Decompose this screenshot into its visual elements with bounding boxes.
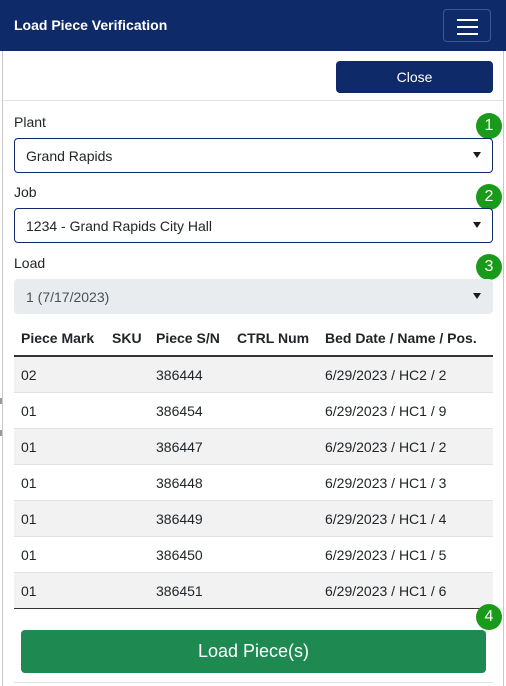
table-header-row: Piece Mark SKU Piece S/N CTRL Num Bed Da… (14, 321, 493, 357)
table-row[interactable]: 01 386447 6/29/2023 / HC1 / 2 (14, 428, 493, 465)
cell-bed-date: 6/29/2023 / HC1 / 4 (318, 500, 493, 537)
table-row[interactable]: 01 386448 6/29/2023 / HC1 / 3 (14, 464, 493, 501)
cell-ctrl-num (230, 428, 318, 465)
cell-piece-mark: 01 (14, 536, 105, 573)
scrollbar-mark (0, 398, 2, 404)
column-header-piece-mark[interactable]: Piece Mark (14, 321, 105, 357)
top-navbar: Load Piece Verification (0, 0, 506, 51)
cell-sku (105, 464, 149, 501)
hamburger-menu-icon (457, 19, 478, 21)
cell-bed-date: 6/29/2023 / HC1 / 6 (318, 572, 493, 609)
plant-label: Plant (14, 114, 46, 130)
cell-bed-date: 6/29/2023 / HC1 / 9 (318, 392, 493, 429)
action-row: Close (3, 51, 503, 101)
cell-sku (105, 392, 149, 429)
cell-sku (105, 428, 149, 465)
cell-piece-sn: 386447 (149, 428, 230, 465)
cell-piece-mark: 01 (14, 464, 105, 501)
cell-piece-mark: 01 (14, 428, 105, 465)
cell-bed-date: 6/29/2023 / HC1 / 2 (318, 428, 493, 465)
column-header-ctrl-num[interactable]: CTRL Num (230, 321, 318, 357)
hamburger-menu-icon-bar (457, 26, 478, 28)
chevron-down-icon (473, 152, 481, 158)
cell-ctrl-num (230, 464, 318, 501)
cell-piece-mark: 01 (14, 572, 105, 609)
cell-ctrl-num (230, 392, 318, 429)
table-row[interactable]: 01 386454 6/29/2023 / HC1 / 9 (14, 392, 493, 429)
cell-piece-mark: 01 (14, 392, 105, 429)
job-label: Job (14, 184, 37, 200)
hamburger-menu-icon-bar (457, 33, 478, 35)
cell-piece-sn: 386450 (149, 536, 230, 573)
cell-piece-mark: 01 (14, 500, 105, 537)
cell-ctrl-num (230, 500, 318, 537)
chevron-down-icon (473, 293, 481, 299)
hamburger-menu-button[interactable] (443, 9, 491, 42)
pieces-table: Piece Mark SKU Piece S/N CTRL Num Bed Da… (14, 321, 493, 609)
cell-ctrl-num (230, 355, 318, 393)
plant-select[interactable]: Grand Rapids (14, 138, 493, 173)
plant-select-value: Grand Rapids (26, 148, 113, 164)
job-select-value: 1234 - Grand Rapids City Hall (26, 218, 212, 234)
cell-sku (105, 536, 149, 573)
divider (14, 682, 493, 683)
column-header-bed-date[interactable]: Bed Date / Name / Pos. (318, 321, 493, 357)
table-row[interactable]: 01 386449 6/29/2023 / HC1 / 4 (14, 500, 493, 537)
load-label: Load (14, 255, 46, 271)
load-select-value: 1 (7/17/2023) (26, 289, 110, 305)
cell-piece-sn: 386448 (149, 464, 230, 501)
cell-bed-date: 6/29/2023 / HC1 / 3 (318, 464, 493, 501)
close-button[interactable]: Close (336, 61, 493, 93)
cell-piece-sn: 386444 (149, 355, 230, 393)
load-pieces-button[interactable]: Load Piece(s) (21, 630, 486, 673)
cell-sku (105, 572, 149, 609)
step-badge-2: 2 (476, 184, 502, 210)
cell-piece-sn: 386454 (149, 392, 230, 429)
cell-piece-sn: 386449 (149, 500, 230, 537)
table-row[interactable]: 01 386451 6/29/2023 / HC1 / 6 (14, 572, 493, 609)
column-header-sku[interactable]: SKU (105, 321, 149, 357)
step-badge-4: 4 (476, 604, 502, 630)
page-title: Load Piece Verification (14, 17, 168, 33)
cell-ctrl-num (230, 536, 318, 573)
cell-sku (105, 500, 149, 537)
chevron-down-icon (473, 222, 481, 228)
column-header-piece-sn[interactable]: Piece S/N (149, 321, 230, 357)
step-badge-3: 3 (476, 254, 502, 280)
table-row[interactable]: 02 386444 6/29/2023 / HC2 / 2 (14, 355, 493, 393)
cell-bed-date: 6/29/2023 / HC1 / 5 (318, 536, 493, 573)
cell-sku (105, 355, 149, 393)
cell-piece-sn: 386451 (149, 572, 230, 609)
table-row[interactable]: 01 386450 6/29/2023 / HC1 / 5 (14, 536, 493, 573)
cell-ctrl-num (230, 572, 318, 609)
load-select[interactable]: 1 (7/17/2023) (14, 279, 493, 314)
scrollbar-mark (0, 430, 2, 436)
job-select[interactable]: 1234 - Grand Rapids City Hall (14, 208, 493, 243)
cell-piece-mark: 02 (14, 355, 105, 393)
step-badge-1: 1 (476, 113, 502, 139)
cell-bed-date: 6/29/2023 / HC2 / 2 (318, 355, 493, 393)
